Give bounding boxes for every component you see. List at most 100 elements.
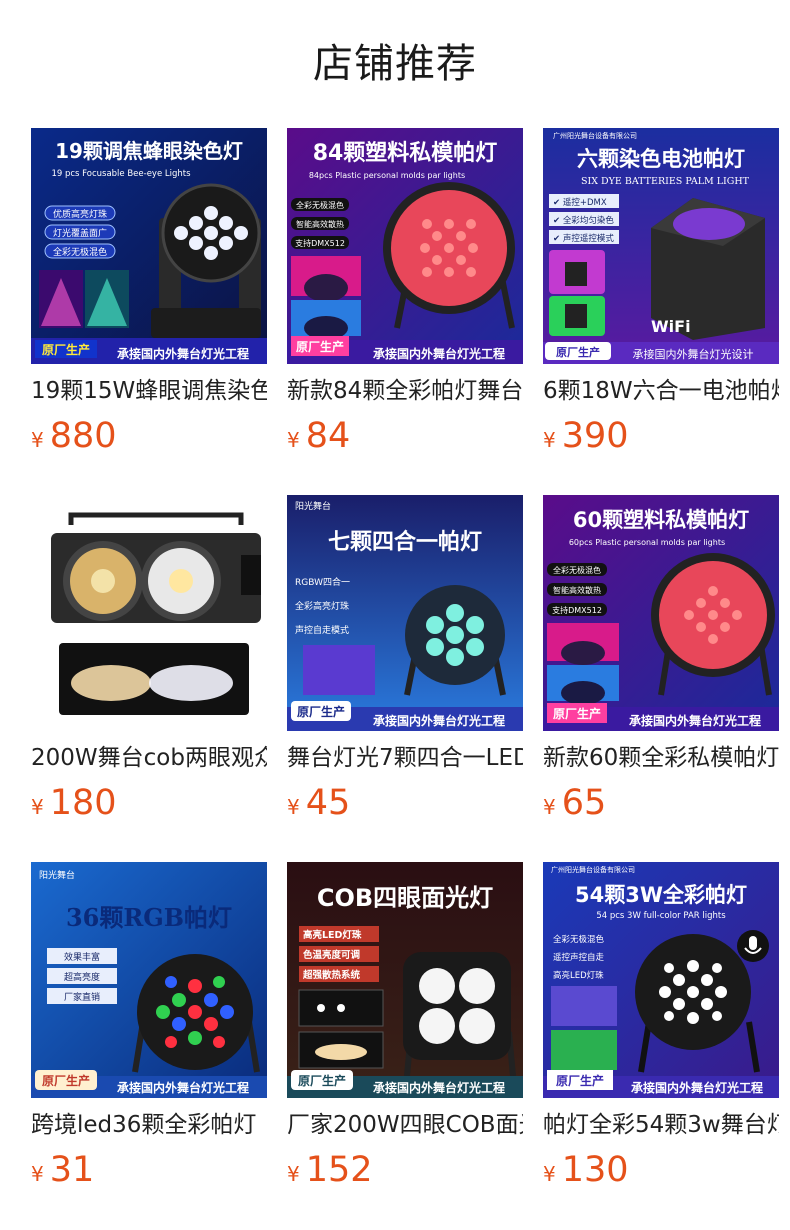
factory-badge: 原厂生产 <box>298 1073 346 1088</box>
product-image[interactable]: COB四眼面光灯 高亮LED灯珠 色温亮度可调 超强散热系统 原厂生产 承接国内… <box>287 862 523 1098</box>
image-headline: COB四眼面光灯 <box>317 884 493 912</box>
image-headline: 七颗四合一帕灯 <box>328 529 482 555</box>
feature-labels: ✔ 遥控+DMX ✔ 全彩均匀染色 ✔ 声控遥控模式 <box>549 194 619 244</box>
product-card[interactable]: COB四眼面光灯 高亮LED灯珠 色温亮度可调 超强散热系统 原厂生产 承接国内… <box>287 862 523 1190</box>
product-image[interactable]: 阳光舞台 七颗四合一帕灯 RGBW四合一 全彩高亮灯珠 声控自走模式 原厂生产 … <box>287 495 523 731</box>
price-value: 130 <box>561 1150 629 1190</box>
image-footer: 承接国内外舞台灯光工程 <box>373 713 505 728</box>
product-name[interactable]: 帕灯全彩54颗3w舞台灯 <box>543 1109 779 1141</box>
product-image[interactable]: 60颗塑料私模帕灯 60pcs Plastic personal molds p… <box>543 495 779 731</box>
image-subline: 54 pcs 3W full-color PAR lights <box>596 911 726 921</box>
svg-text:支持DMX512: 支持DMX512 <box>552 605 602 615</box>
price-value: 84 <box>305 416 351 456</box>
svg-text:RGBW四合一: RGBW四合一 <box>295 576 350 588</box>
factory-badge: 原厂生产 <box>556 345 600 359</box>
price-value: 65 <box>561 783 607 823</box>
svg-text:厂家直销: 厂家直销 <box>64 991 100 1003</box>
product-name[interactable]: 舞台灯光7颗四合一LED帕灯 <box>287 742 523 774</box>
product-name[interactable]: 新款84颗全彩帕灯舞台灯 <box>287 375 523 407</box>
product-image[interactable]: 广州阳光舞台设备有限公司 54颗3W全彩帕灯 54 pcs 3W full-co… <box>543 862 779 1098</box>
svg-text:全彩无极混色: 全彩无极混色 <box>296 200 344 210</box>
svg-text:灯光覆盖面广: 灯光覆盖面广 <box>53 227 107 239</box>
product-card[interactable]: 广州阳光舞台设备有限公司 六颗染色电池帕灯 SIX DYE BATTERIES … <box>543 128 779 456</box>
price-value: 31 <box>49 1150 95 1190</box>
product-name[interactable]: 新款60颗全彩私模帕灯 <box>543 742 779 774</box>
price-value: 180 <box>49 783 117 823</box>
product-price: ¥45 <box>287 781 523 831</box>
product-card[interactable]: 84颗塑料私模帕灯 84pcs Plastic personal molds p… <box>287 128 523 456</box>
image-footer: 承接国内外舞台灯光工程 <box>373 346 505 361</box>
product-name[interactable]: 跨境led36颗全彩帕灯 <box>31 1109 267 1141</box>
image-headline: 19颗调焦蜂眼染色灯 <box>55 139 243 163</box>
image-headline: 84颗塑料私模帕灯 <box>313 140 498 166</box>
product-price: ¥65 <box>543 781 779 831</box>
product-card[interactable]: 广州阳光舞台设备有限公司 54颗3W全彩帕灯 54 pcs 3W full-co… <box>543 862 779 1190</box>
product-image[interactable]: 19颗调焦蜂眼染色灯 19 pcs Focusable Bee-eye Ligh… <box>31 128 267 364</box>
product-image[interactable]: 广州阳光舞台设备有限公司 六颗染色电池帕灯 SIX DYE BATTERIES … <box>543 128 779 364</box>
factory-badge: 原厂生产 <box>42 1073 90 1088</box>
feature-labels: 效果丰富 超高亮度 厂家直销 <box>47 948 117 1004</box>
image-subline: 60pcs Plastic personal molds par lights <box>569 538 725 547</box>
product-image[interactable]: 阳光舞台 36颗RGB帕灯 效果丰富 超高亮度 厂家直销 原厂生产 承接国内外舞… <box>31 862 267 1098</box>
image-footer: 承接国内外舞台灯光设计 <box>633 347 754 361</box>
currency-symbol: ¥ <box>31 795 44 819</box>
currency-symbol: ¥ <box>287 428 300 452</box>
currency-symbol: ¥ <box>543 1162 556 1186</box>
product-card[interactable]: 阳光舞台 36颗RGB帕灯 效果丰富 超高亮度 厂家直销 原厂生产 承接国内外舞… <box>31 862 267 1190</box>
brand-logo: 阳光舞台 <box>39 869 75 881</box>
svg-text:✔ 全彩均匀染色: ✔ 全彩均匀染色 <box>553 215 614 226</box>
wifi-label: WiFi <box>651 317 691 336</box>
svg-text:高亮LED灯珠: 高亮LED灯珠 <box>303 929 362 941</box>
product-name[interactable]: 6颗18W六合一电池帕灯 <box>543 375 779 407</box>
svg-text:优质高亮灯珠: 优质高亮灯珠 <box>53 208 107 220</box>
product-price: ¥84 <box>287 414 523 464</box>
image-headline: 36颗RGB帕灯 <box>66 903 232 932</box>
product-image[interactable]: 84颗塑料私模帕灯 84pcs Plastic personal molds p… <box>287 128 523 364</box>
product-name[interactable]: 厂家200W四眼COB面光灯 <box>287 1109 523 1141</box>
svg-text:✔ 声控遥控模式: ✔ 声控遥控模式 <box>553 233 614 244</box>
brand-logo: 阳光舞台 <box>295 500 331 512</box>
product-name[interactable]: 19颗15W蜂眼调焦染色灯 <box>31 375 267 407</box>
feature-labels: 全彩无极混色 遥控声控自走 高亮LED灯珠 <box>553 934 605 981</box>
svg-text:智能高效散热: 智能高效散热 <box>296 219 344 229</box>
product-price: ¥152 <box>287 1148 523 1198</box>
product-card[interactable]: 200W舞台cob两眼观众灯 ¥180 <box>31 495 267 823</box>
currency-symbol: ¥ <box>287 795 300 819</box>
image-footer: 承接国内外舞台灯光工程 <box>373 1080 505 1095</box>
microphone-icon <box>737 930 769 962</box>
feature-labels: 全彩无极混色 智能高效散热 支持DMX512 <box>291 198 349 249</box>
feature-labels: 全彩无极混色 智能高效散热 支持DMX512 <box>547 563 607 616</box>
image-headline: 六颗染色电池帕灯 <box>577 147 745 171</box>
product-name[interactable]: 200W舞台cob两眼观众灯 <box>31 742 267 774</box>
image-footer: 承接国内外舞台灯光工程 <box>117 346 249 361</box>
product-card[interactable]: 阳光舞台 七颗四合一帕灯 RGBW四合一 全彩高亮灯珠 声控自走模式 原厂生产 … <box>287 495 523 823</box>
svg-text:声控自走模式: 声控自走模式 <box>295 624 349 636</box>
factory-badge: 原厂生产 <box>296 339 344 354</box>
svg-text:效果丰富: 效果丰富 <box>64 951 100 963</box>
product-image[interactable] <box>31 495 267 731</box>
price-value: 880 <box>49 416 117 456</box>
color-thumbnails <box>549 250 605 336</box>
four-eye-cob-light <box>403 952 516 1077</box>
svg-text:超高亮度: 超高亮度 <box>64 971 100 983</box>
factory-badge: 原厂生产 <box>556 1073 604 1088</box>
product-card[interactable]: 19颗调焦蜂眼染色灯 19 pcs Focusable Bee-eye Ligh… <box>31 128 267 456</box>
svg-text:全彩无极混色: 全彩无极混色 <box>53 246 107 258</box>
currency-symbol: ¥ <box>543 428 556 452</box>
product-price: ¥180 <box>31 781 267 831</box>
svg-text:遥控声控自走: 遥控声控自走 <box>553 952 605 963</box>
factory-badge: 原厂生产 <box>553 706 601 721</box>
image-headline: 54颗3W全彩帕灯 <box>575 883 747 907</box>
svg-text:全彩无极混色: 全彩无极混色 <box>553 934 605 945</box>
product-card[interactable]: 60颗塑料私模帕灯 60pcs Plastic personal molds p… <box>543 495 779 823</box>
product-price: ¥880 <box>31 414 267 464</box>
svg-text:支持DMX512: 支持DMX512 <box>295 238 345 248</box>
product-price: ¥130 <box>543 1148 779 1198</box>
product-price: ¥31 <box>31 1148 267 1198</box>
svg-text:智能高效散热: 智能高效散热 <box>553 585 601 595</box>
image-footer: 承接国内外舞台灯光工程 <box>629 713 761 728</box>
image-footer: 承接国内外舞台灯光工程 <box>117 1080 249 1095</box>
image-subline: 19 pcs Focusable Bee-eye Lights <box>51 169 191 179</box>
feature-labels: RGBW四合一 全彩高亮灯珠 声控自走模式 <box>295 576 350 636</box>
image-footer: 承接国内外舞台灯光工程 <box>631 1080 763 1095</box>
